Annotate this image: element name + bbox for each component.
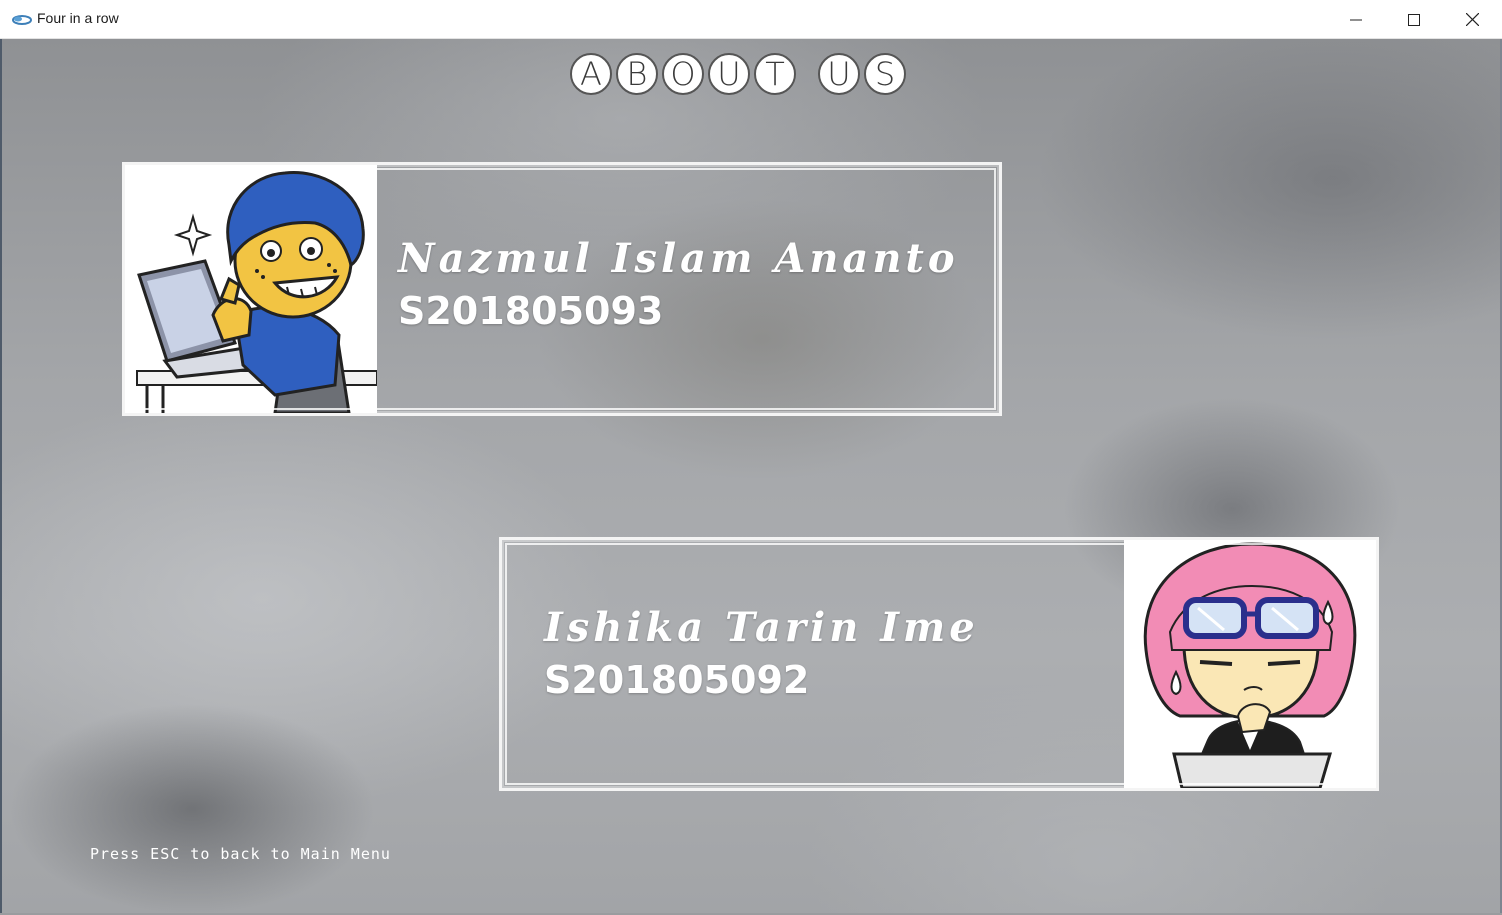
- girl-cartoon-avatar: [1124, 540, 1376, 788]
- about-us-heading: A B O U T U S: [570, 53, 906, 103]
- boy-cartoon-avatar: [125, 165, 377, 413]
- minimize-button[interactable]: [1327, 0, 1385, 39]
- app-icon: [12, 12, 32, 26]
- member-name: Ishika Tarin Ime: [544, 604, 979, 651]
- heading-letter: U: [818, 53, 860, 95]
- close-icon: [1465, 13, 1479, 26]
- heading-letter: B: [616, 53, 658, 95]
- minimize-icon: [1350, 19, 1362, 20]
- heading-letter: A: [570, 53, 612, 95]
- close-button[interactable]: [1443, 0, 1501, 39]
- window-title: Four in a row: [37, 10, 119, 26]
- app-window: Four in a row A B O U T U S Nazmul Islam…: [0, 0, 1502, 915]
- heading-letter: T: [754, 53, 796, 95]
- heading-letter: O: [662, 53, 704, 95]
- maximize-button[interactable]: [1385, 0, 1443, 39]
- heading-letter: S: [864, 53, 906, 95]
- esc-hint: Press ESC to back to Main Menu: [90, 845, 391, 863]
- title-bar[interactable]: Four in a row: [0, 0, 1502, 39]
- member-id: S201805093: [398, 289, 664, 333]
- member-card-1: Nazmul Islam Ananto S201805093: [122, 162, 1002, 416]
- member-name: Nazmul Islam Ananto: [398, 235, 959, 282]
- member-card-2: Ishika Tarin Ime S201805092: [499, 537, 1379, 791]
- heading-space: [800, 53, 814, 103]
- heading-letter: U: [708, 53, 750, 95]
- member-id: S201805092: [544, 658, 810, 702]
- maximize-icon: [1408, 13, 1420, 26]
- about-us-screen: A B O U T U S Nazmul Islam Ananto S20180…: [2, 39, 1500, 913]
